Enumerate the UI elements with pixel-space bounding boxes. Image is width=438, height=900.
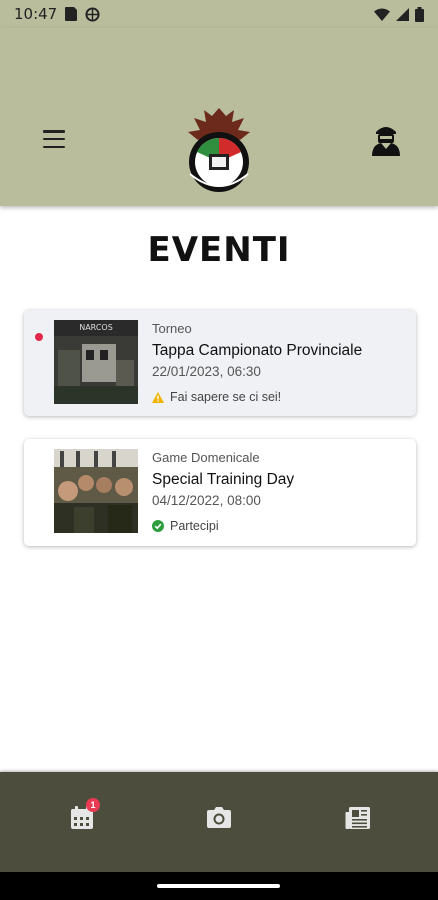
nav-calendar-button[interactable]: 1 (64, 798, 100, 836)
event-status-label: Fai sapere se ci sei! (170, 390, 282, 404)
warning-icon (152, 391, 164, 403)
system-gesture-bar (0, 872, 438, 900)
event-datetime: 22/01/2023, 06:30 (152, 364, 261, 379)
soldier-avatar-icon[interactable] (370, 122, 402, 156)
status-time: 10:47 (14, 5, 58, 23)
sim-card-icon (65, 7, 78, 21)
menu-icon (43, 130, 65, 133)
menu-button[interactable] (40, 126, 68, 152)
event-thumbnail: NARCOS (54, 320, 138, 404)
event-category: Game Domenicale (152, 450, 260, 465)
nav-news-button[interactable] (340, 800, 376, 836)
home-gesture-handle[interactable] (157, 884, 280, 888)
event-card[interactable]: NARCOS Torneo Tappa Campionato Provincia… (24, 310, 416, 416)
vpn-icon (85, 6, 100, 22)
unread-indicator (35, 333, 43, 341)
event-datetime: 04/12/2022, 08:00 (152, 493, 261, 508)
event-category: Torneo (152, 321, 192, 336)
page-title: EVENTI (147, 230, 291, 270)
event-card[interactable]: Game Domenicale Special Training Day 04/… (24, 439, 416, 546)
signal-icon (396, 7, 409, 21)
nav-camera-button[interactable] (201, 800, 237, 836)
check-circle-icon (152, 520, 164, 532)
wifi-icon (374, 8, 390, 21)
event-title: Tappa Campionato Provinciale (152, 342, 363, 359)
event-rsvp-status: Partecipi (152, 519, 406, 533)
status-bar: 10:47 (0, 0, 438, 28)
event-rsvp-status: Fai sapere se ci sei! (152, 390, 406, 404)
camera-icon (207, 807, 231, 828)
notification-badge: 1 (86, 798, 100, 812)
event-title: Special Training Day (152, 471, 295, 488)
team-logo (188, 108, 250, 192)
battery-icon (415, 6, 424, 22)
event-thumbnail (54, 449, 138, 533)
thumbnail-caption: NARCOS (79, 323, 113, 332)
newspaper-icon (345, 807, 370, 829)
bottom-navigation: 1 (0, 772, 438, 872)
event-status-label: Partecipi (170, 519, 219, 533)
app-header (0, 28, 438, 206)
